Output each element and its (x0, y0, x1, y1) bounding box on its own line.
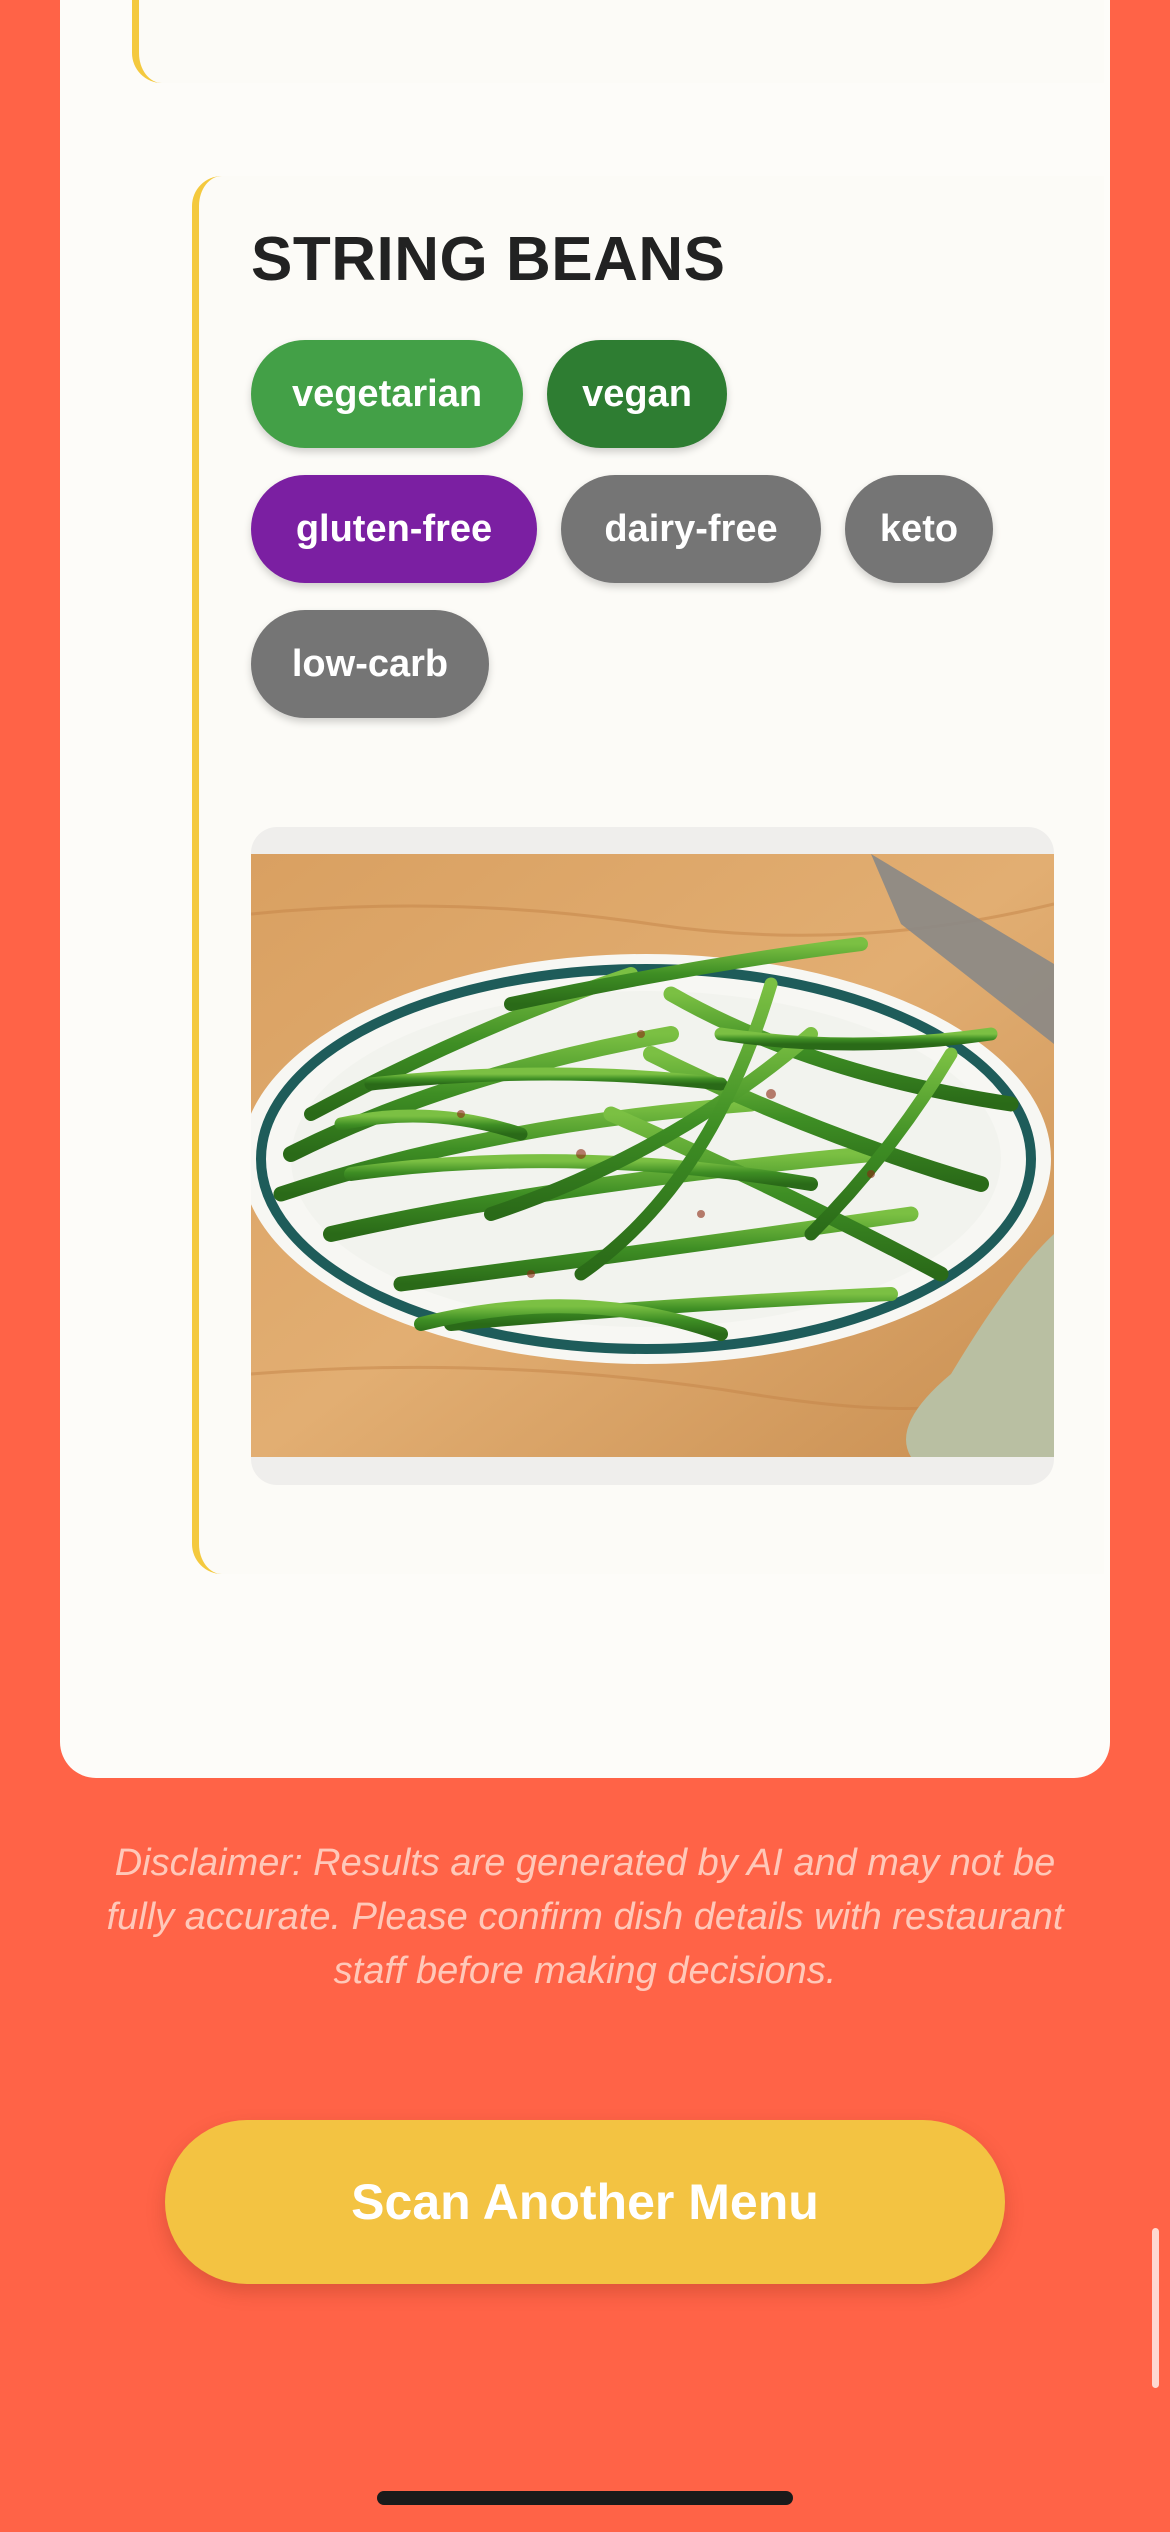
tag-vegan: vegan (547, 340, 727, 448)
home-indicator[interactable] (377, 2491, 793, 2505)
dish-image (251, 854, 1054, 1457)
tag-keto: keto (845, 475, 993, 583)
scan-another-menu-button[interactable]: Scan Another Menu (165, 2120, 1005, 2284)
tag-gluten-free: gluten-free (251, 475, 537, 583)
dish-card: STRING BEANS vegetarian vegan gluten-fre… (192, 176, 1104, 1574)
dish-image-frame (251, 827, 1054, 1485)
ai-disclaimer: Disclaimer: Results are generated by AI … (106, 1842, 1064, 1992)
previous-dish-card (132, 0, 1104, 83)
results-panel: STRING BEANS vegetarian vegan gluten-fre… (60, 0, 1110, 1778)
tag-low-carb: low-carb (251, 610, 489, 718)
dish-title: STRING BEANS (251, 225, 726, 294)
tag-vegetarian: vegetarian (251, 340, 523, 448)
tag-dairy-free: dairy-free (561, 475, 821, 583)
scrollbar[interactable] (1152, 2228, 1159, 2388)
